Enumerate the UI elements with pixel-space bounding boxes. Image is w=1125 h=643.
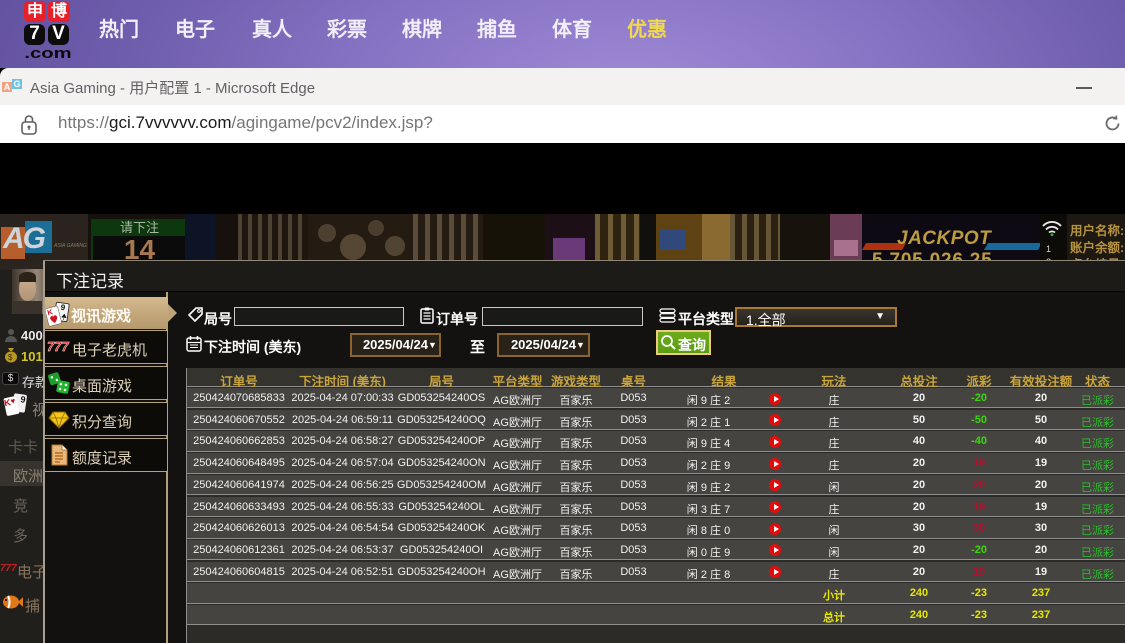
svg-text:777: 777 bbox=[47, 339, 69, 354]
svg-text:$: $ bbox=[8, 353, 13, 362]
